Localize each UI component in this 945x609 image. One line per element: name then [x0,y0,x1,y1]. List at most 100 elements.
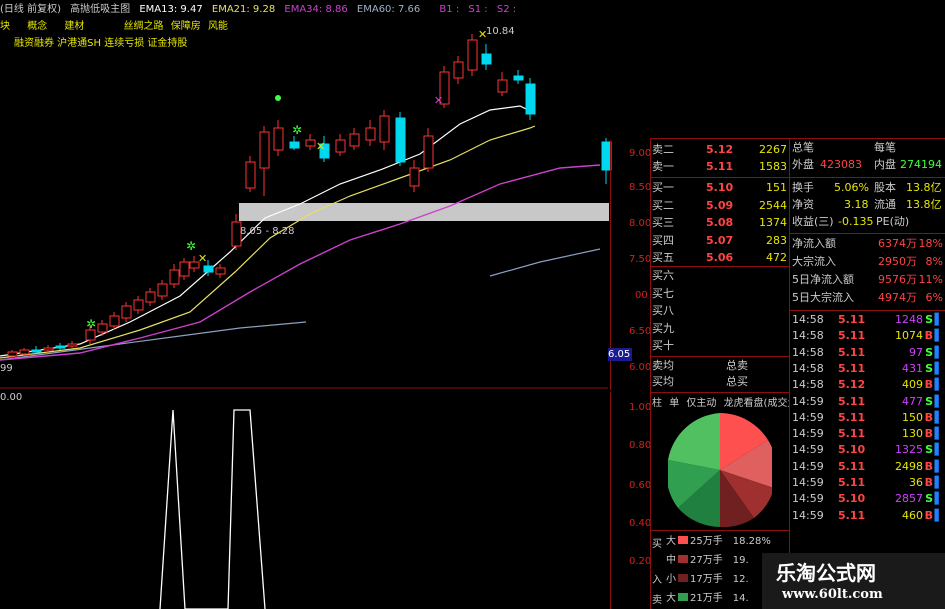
bid-row[interactable]: 买七 [652,286,789,302]
bid-row[interactable]: 买五 5.06 472 [652,250,789,266]
pe-label: PE(动) [876,215,910,228]
capital-flow-pie [668,413,772,528]
candlestick-chart[interactable]: ✲ ✲ ✲ ✕ ✕ ✕ ✕ 10.84 8.05 - 8.28 99 0.00 [0,0,628,609]
candle-body [467,39,478,71]
bid-label: 买八 [652,304,674,318]
nav-row: 净资 3.18 流通 13.8亿 [790,197,945,213]
candle-body [349,133,360,147]
turnover-value: 5.06% [834,181,869,194]
ask-volume: 2267 [759,143,787,156]
axis-tick: 0.80 [629,440,652,451]
buy-signal-mark: ✲ [186,239,196,253]
eps-value: -0.135 [838,215,874,228]
indicator-line [159,409,266,609]
tick-side: B [924,476,933,489]
tick-row[interactable]: 14:59 5.11 477 S ▌ [790,394,945,410]
tick-time: 14:58 [792,361,824,375]
share-label: 股本 [874,181,896,194]
tick-row[interactable]: 14:59 5.11 2498 B ▌ [790,459,945,475]
flow-amount: 27万手 [690,555,723,566]
tick-volume: 150 [902,410,923,424]
candle-body [179,261,190,277]
tick-marker: ▌ [934,443,943,457]
candle-body [145,291,156,303]
tab-active-only[interactable]: 仅主动 [686,398,716,408]
axis-tick: 0.40 [629,518,652,529]
tick-row[interactable]: 14:58 5.11 431 S ▌ [790,361,945,377]
bid-row[interactable]: 买八 [652,303,789,319]
ask-total-label: 总卖 [726,359,748,372]
flow-value: 6374万 [878,237,917,250]
flow-value: 2950万 [878,255,917,268]
tick-side: B [924,410,933,424]
bid-row[interactable]: 买十 [652,338,789,354]
tab-bar[interactable]: 柱 [652,398,662,408]
tick-price: 5.11 [838,508,866,522]
tick-time: 14:58 [792,313,824,326]
tick-price: 5.12 [838,378,866,392]
bid-row[interactable]: 买三 5.08 1374 [652,215,789,231]
tick-row[interactable]: 14:58 5.11 97 S ▌ [790,345,945,361]
tick-row[interactable]: 14:58 5.11 1248 S ▌ [790,312,945,328]
outer-label: 外盘 [792,158,814,171]
side-label: 入 [652,575,662,586]
bid-total-label: 总买 [726,375,748,388]
flow-label: 净流入额 [792,237,836,250]
tick-time: 14:58 [792,378,824,392]
ask-row[interactable]: 卖二 5.12 2267 [652,142,789,158]
bid-row[interactable]: 买九 [652,321,789,337]
candle-body [273,127,284,151]
tick-time: 14:59 [792,476,824,489]
bid-label: 买二 [652,198,674,212]
bid-row[interactable]: 买六 [652,268,789,284]
tick-time: 14:59 [792,410,824,424]
candle-body [497,79,508,93]
ema60-line-right [489,248,601,277]
bid-row[interactable]: 买四 5.07 283 [652,233,789,249]
tab-dragon-tiger[interactable]: 龙虎看盘(成交量/万 [724,398,789,408]
tick-row[interactable]: 14:58 5.12 409 B ▌ [790,377,945,393]
tick-volume: 460 [902,508,923,522]
flow-amount: 25万手 [690,536,723,547]
tick-marker: ▌ [934,492,943,506]
tick-row[interactable]: 14:59 5.11 460 B ▌ [790,508,945,524]
tick-side: S [925,394,933,408]
flow-legend-row: 大 25万手 18.28% [666,535,789,549]
axis-tick: 8.50 [629,182,652,193]
candle-body [67,343,78,347]
tick-row[interactable]: 14:59 5.11 150 B ▌ [790,410,945,426]
bid-price: 5.10 [706,181,734,194]
tick-price: 5.11 [838,329,866,343]
tick-side: B [924,508,933,522]
inner-value: 274194 [900,158,942,171]
tab-order[interactable]: 单 [669,398,679,408]
watermark-title: 乐淘公式网 [776,561,876,585]
tick-volume: 97 [909,345,923,359]
low-range-label: 8.05 - 8.28 [240,226,295,237]
candle-body [525,83,536,115]
flow-pct: 14. [732,593,749,604]
tick-row[interactable]: 14:59 5.11 130 B ▌ [790,426,945,442]
flow-pct: 18.28% [732,536,771,547]
tick-row[interactable]: 14:59 5.10 1325 S ▌ [790,442,945,458]
bid-label: 买九 [652,321,674,335]
tick-price: 5.11 [838,476,866,489]
axis-tick: 6.00 [629,362,652,373]
ask-average-row: 卖均 总卖 [652,358,789,374]
tick-row[interactable]: 14:59 5.10 2857 S ▌ [790,491,945,507]
bid-row[interactable]: 买一 5.10 151 [652,180,789,196]
left-price-label: 99 [0,363,13,374]
tick-volume: 409 [902,378,923,392]
tick-row[interactable]: 14:59 5.11 36 B ▌ [790,475,945,491]
bid-row[interactable]: 买二 5.09 2544 [652,198,789,214]
ask-average-label: 卖均 [652,359,674,372]
tick-row[interactable]: 14:58 5.11 1074 B ▌ [790,328,945,344]
bid-volume: 1374 [759,216,787,230]
flow-label: 5日净流入额 [792,273,854,286]
candle-body [133,299,144,311]
bid-price: 5.08 [706,216,734,230]
ask-row[interactable]: 卖一 5.11 1583 [652,159,789,175]
bid-label: 买一 [652,181,674,194]
float-value: 13.8亿 [906,198,942,211]
watermark: 乐淘公式网 www.60lt.com [762,553,945,609]
